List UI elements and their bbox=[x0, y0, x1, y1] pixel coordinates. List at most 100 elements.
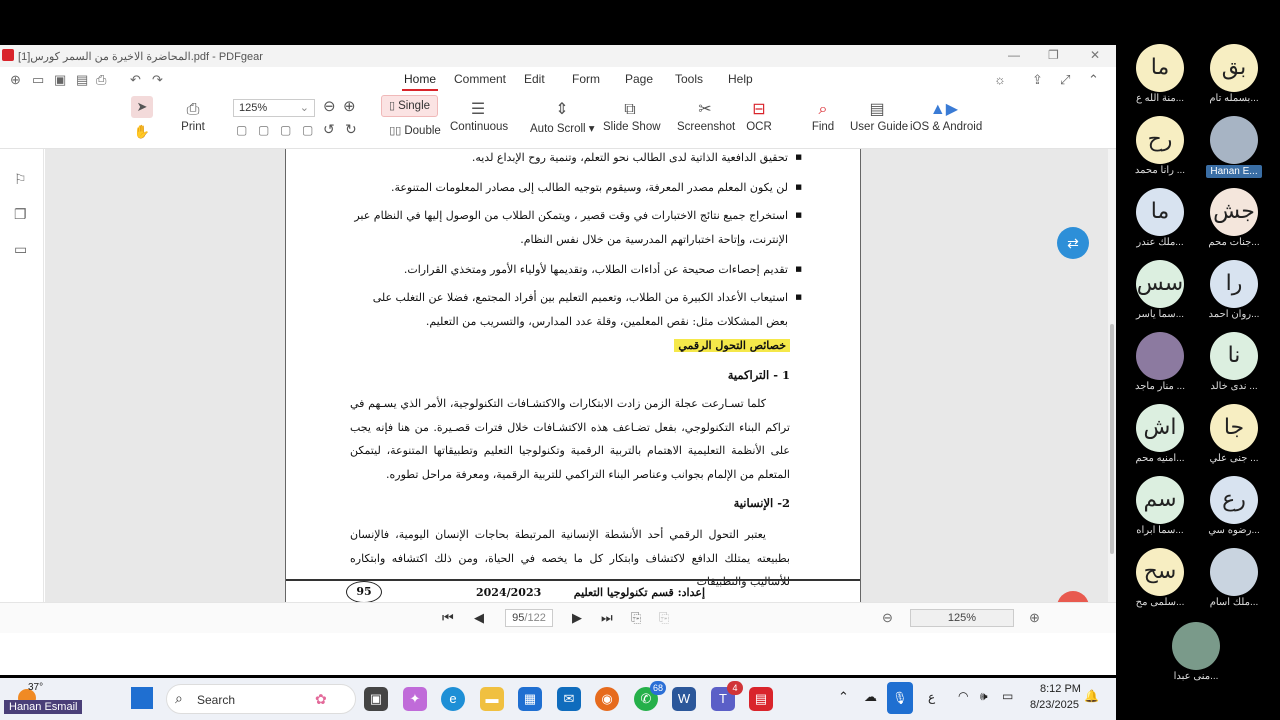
zoom-in-icon[interactable]: ⊕ bbox=[343, 97, 356, 115]
ios-android-button[interactable]: ▲▶ iOS & Android bbox=[910, 99, 982, 133]
continuous-button[interactable]: ☰ Continuous bbox=[450, 99, 508, 133]
taskbar-search[interactable]: ⌕ Search ✿ bbox=[166, 684, 356, 714]
new-file-icon[interactable]: ⊕ bbox=[10, 72, 21, 88]
status-zoom-value[interactable]: 125% bbox=[910, 609, 1014, 627]
notifications-icon[interactable]: 🔔 bbox=[1084, 689, 1099, 703]
slide-show-button[interactable]: ⧉ Slide Show bbox=[603, 99, 661, 133]
input-language[interactable]: ع bbox=[928, 690, 935, 704]
save-as-icon[interactable]: ▤ bbox=[76, 72, 88, 88]
print-button[interactable]: ⎙ Print bbox=[176, 99, 210, 133]
participant-tile[interactable]: منى عبدا... bbox=[1160, 622, 1232, 682]
vertical-scrollbar[interactable] bbox=[1108, 149, 1116, 602]
tab-help[interactable]: Help bbox=[726, 72, 755, 86]
wifi-icon[interactable]: ◠ bbox=[958, 689, 968, 703]
clock-date[interactable]: 8/23/2025 bbox=[1030, 699, 1079, 711]
thumbnails-icon[interactable]: ❐ bbox=[14, 206, 27, 223]
firefox-icon[interactable]: ◉ bbox=[595, 687, 619, 711]
fullscreen-icon[interactable]: ⤢ bbox=[1060, 72, 1070, 88]
undo-icon[interactable]: ↶ bbox=[130, 72, 141, 88]
actual-size-icon[interactable]: ▢ bbox=[236, 123, 247, 137]
task-view-icon[interactable]: ▣ bbox=[364, 687, 388, 711]
status-zoom-in-icon[interactable]: ⊕ bbox=[1029, 610, 1040, 626]
close-icon[interactable]: ✕ bbox=[1090, 48, 1100, 62]
tab-edit[interactable]: Edit bbox=[522, 72, 547, 86]
participant-tile[interactable]: سم سما ابراه... bbox=[1124, 476, 1196, 536]
page-back-icon[interactable]: ⎘ bbox=[631, 610, 641, 626]
page-forward-icon[interactable]: ⎘ bbox=[659, 610, 669, 626]
prev-page-icon[interactable]: ◀ bbox=[474, 610, 484, 626]
onedrive-icon[interactable]: ☁ bbox=[864, 689, 877, 705]
collapse-ribbon-icon[interactable]: ⌃ bbox=[1088, 72, 1099, 88]
share-icon[interactable]: ⇪ bbox=[1032, 72, 1043, 88]
teams-icon[interactable]: T4 bbox=[711, 681, 743, 711]
participant-tile[interactable]: ما منة الله ع... bbox=[1124, 44, 1196, 104]
minimize-icon[interactable]: — bbox=[1008, 48, 1020, 62]
document-viewer[interactable]: تحقيق الدافعية الذاتية لدى الطالب نحو ال… bbox=[45, 149, 1116, 602]
page-input[interactable]: 95/122 bbox=[505, 609, 553, 627]
participant-tile[interactable]: نا ندى خالد ... bbox=[1198, 332, 1270, 392]
tab-tools[interactable]: Tools bbox=[673, 72, 705, 86]
redo-icon[interactable]: ↷ bbox=[152, 72, 163, 88]
tab-page[interactable]: Page bbox=[623, 72, 655, 86]
maximize-icon[interactable]: ❐ bbox=[1048, 48, 1059, 62]
tab-home[interactable]: Home bbox=[402, 72, 439, 91]
participant-tile[interactable]: سس سما ياسر... bbox=[1124, 260, 1196, 320]
copilot-icon[interactable]: ✦ bbox=[403, 687, 427, 711]
participant-tile[interactable]: جش جنات محم... bbox=[1198, 188, 1270, 248]
save-icon[interactable]: ▣ bbox=[54, 72, 66, 88]
participant-tile[interactable]: رح رانا محمد ... bbox=[1124, 116, 1196, 176]
select-tool-icon[interactable]: ➤ bbox=[131, 96, 153, 118]
last-page-icon[interactable]: ⏭ bbox=[601, 610, 613, 626]
participant-tile[interactable]: را روان احمد... bbox=[1198, 260, 1270, 320]
microphone-icon[interactable]: 🎙 bbox=[887, 682, 913, 714]
find-button[interactable]: ⌕ Find bbox=[809, 99, 837, 133]
fit-page-icon[interactable]: ▢ bbox=[258, 123, 269, 137]
participant-tile[interactable]: اش امنيه محم... bbox=[1124, 404, 1196, 464]
fit-width-icon[interactable]: ▢ bbox=[280, 123, 291, 137]
single-page-button[interactable]: ▯ Single bbox=[381, 95, 438, 117]
participant-tile[interactable]: رع رضوه سي... bbox=[1198, 476, 1270, 536]
next-page-icon[interactable]: ▶ bbox=[572, 610, 582, 626]
participant-tile[interactable]: ما ملك عندر... bbox=[1124, 188, 1196, 248]
screenshot-button[interactable]: ✂ Screenshot bbox=[677, 99, 735, 133]
theme-icon[interactable]: ☼ bbox=[994, 72, 1006, 87]
auto-scroll-button[interactable]: ⇕ Auto Scroll ▾ bbox=[530, 99, 595, 135]
pdfgear-taskbar-icon[interactable]: ▤ bbox=[749, 687, 773, 711]
fit-visible-icon[interactable]: ▢ bbox=[302, 123, 313, 137]
tab-form[interactable]: Form bbox=[570, 72, 602, 86]
battery-icon[interactable]: ▭ bbox=[1002, 689, 1013, 703]
store-icon[interactable]: ▦ bbox=[518, 687, 542, 711]
participant-tile[interactable]: Hanan E... bbox=[1198, 116, 1270, 183]
first-page-icon[interactable]: ⏮ bbox=[442, 610, 454, 626]
outlook-icon[interactable]: ✉ bbox=[557, 687, 581, 711]
hand-tool-icon[interactable]: ✋ bbox=[131, 121, 153, 143]
participant-tile[interactable]: جا جنى علي ... bbox=[1198, 404, 1270, 464]
tab-comment[interactable]: Comment bbox=[452, 72, 508, 86]
ocr-button[interactable]: ⊟ OCR bbox=[744, 99, 774, 133]
status-zoom-out-icon[interactable]: ⊖ bbox=[882, 610, 893, 626]
participant-tile[interactable]: ملك اسام... bbox=[1198, 548, 1270, 608]
rotate-left-icon[interactable]: ↺ bbox=[323, 121, 335, 138]
bookmark-icon[interactable]: ⚐ bbox=[14, 171, 27, 188]
translate-icon[interactable]: ⇄ bbox=[1057, 227, 1089, 259]
open-file-icon[interactable]: ▭ bbox=[32, 72, 44, 88]
edge-icon[interactable]: e bbox=[441, 687, 465, 711]
clock-time[interactable]: 8:12 PM bbox=[1040, 683, 1081, 695]
double-page-button[interactable]: ▯▯ Double bbox=[387, 123, 443, 139]
chevron-up-icon[interactable]: ⌃ bbox=[838, 689, 849, 705]
file-explorer-icon[interactable]: ▬ bbox=[480, 687, 504, 711]
participant-tile[interactable]: سح سلمى مح... bbox=[1124, 548, 1196, 608]
scroll-thumb[interactable] bbox=[1110, 324, 1114, 554]
zoom-out-icon[interactable]: ⊖ bbox=[323, 97, 336, 115]
zoom-select[interactable]: 125% ⌄ bbox=[233, 99, 315, 117]
whatsapp-icon[interactable]: ✆ 68 bbox=[634, 681, 666, 711]
rotate-right-icon[interactable]: ↻ bbox=[345, 121, 357, 138]
start-icon[interactable] bbox=[131, 687, 153, 709]
volume-icon[interactable]: 🕪 bbox=[980, 689, 988, 704]
comments-icon[interactable]: ▭ bbox=[14, 241, 27, 258]
word-icon[interactable]: W bbox=[672, 687, 696, 711]
print-quick-icon[interactable]: ⎙ bbox=[96, 72, 106, 88]
participant-tile[interactable]: بق بسمله تام... bbox=[1198, 44, 1270, 104]
user-guide-button[interactable]: ▤ User Guide bbox=[850, 99, 908, 133]
ai-assistant-icon[interactable]: ☺ bbox=[1057, 591, 1089, 602]
